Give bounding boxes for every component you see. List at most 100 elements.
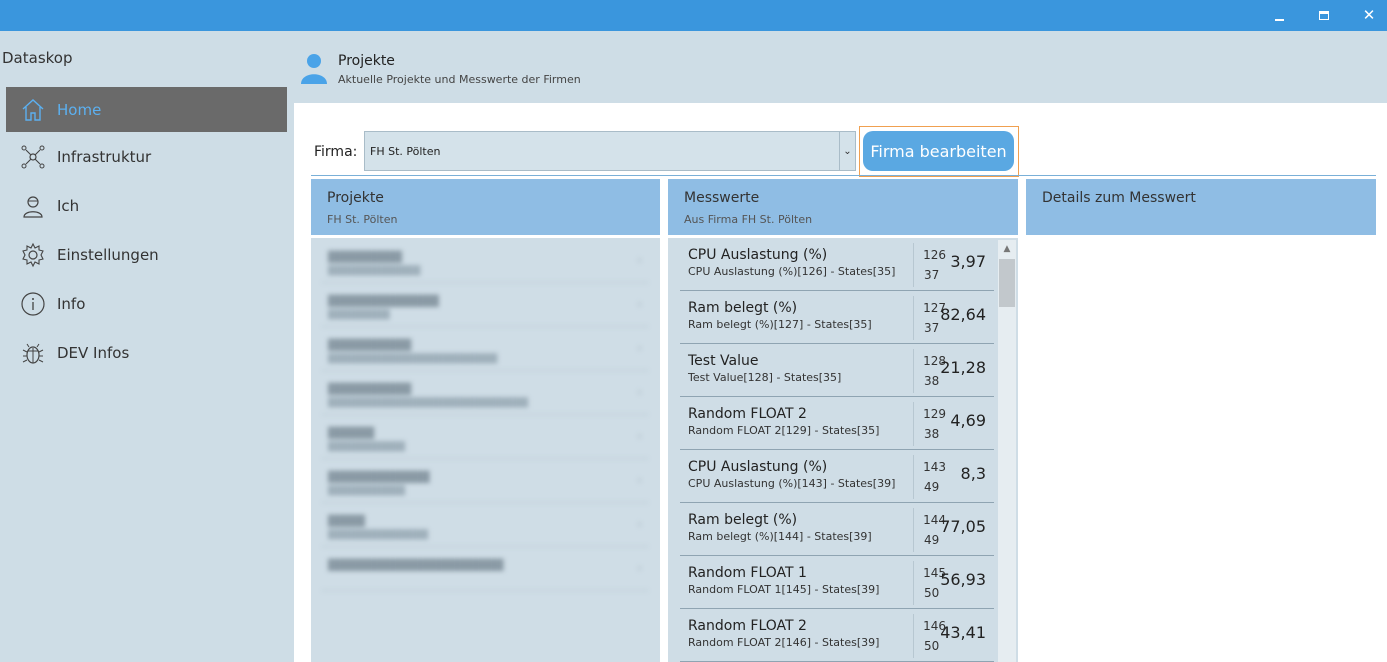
details-title: Details zum Messwert bbox=[1042, 190, 1196, 206]
divider bbox=[913, 561, 914, 605]
messwert-name: Random FLOAT 1 bbox=[688, 565, 807, 581]
messwert-name: Test Value bbox=[688, 353, 759, 369]
messwert-value: 56,93 bbox=[940, 570, 986, 589]
sidebar-item-label: Infrastruktur bbox=[57, 147, 152, 166]
messwert-state: 38 bbox=[924, 374, 940, 388]
messwert-description: Random FLOAT 2[146] - States[39] bbox=[688, 636, 880, 649]
scroll-thumb[interactable] bbox=[999, 259, 1015, 307]
divider bbox=[913, 455, 914, 499]
minimize-icon bbox=[1274, 18, 1284, 21]
projekte-subtitle: FH St. Pölten bbox=[327, 213, 398, 226]
messwert-row[interactable]: Ram belegt (%) Ram belegt (%)[127] - Sta… bbox=[680, 291, 994, 344]
messwerte-subtitle: Aus Firma FH St. Pölten bbox=[684, 213, 813, 226]
divider bbox=[913, 402, 914, 446]
divider bbox=[913, 508, 914, 552]
info-icon bbox=[19, 290, 47, 318]
firma-select[interactable]: FH St. Pölten ⌄ bbox=[364, 131, 856, 171]
messwert-name: CPU Auslastung (%) bbox=[688, 247, 828, 263]
messwert-description: Random FLOAT 1[145] - States[39] bbox=[688, 583, 880, 596]
minimize-button[interactable] bbox=[1256, 0, 1302, 31]
firma-bearbeiten-button[interactable]: Firma bearbeiten bbox=[863, 131, 1014, 171]
user-icon bbox=[300, 53, 328, 85]
messwerte-scrollbar[interactable]: ▲ bbox=[998, 240, 1016, 662]
messwert-description: Ram belegt (%)[144] - States[39] bbox=[688, 530, 872, 543]
messwert-value: 3,97 bbox=[950, 252, 986, 271]
sidebar-item-einstellungen[interactable]: Einstellungen bbox=[6, 232, 287, 277]
app-title: Dataskop bbox=[2, 49, 73, 67]
messwert-name: Random FLOAT 2 bbox=[688, 406, 807, 422]
messwert-value: 77,05 bbox=[940, 517, 986, 536]
divider bbox=[913, 243, 914, 287]
bug-icon bbox=[19, 339, 47, 367]
list-item: ▇▇▇▇▇▇▇▇▇ ▇▇▇▇▇▇▇▇▇▇▇▇▇▇▇▇▇▇▇▇▇▇▇▇▇▇ › bbox=[322, 373, 648, 415]
sidebar-item-label: Einstellungen bbox=[57, 245, 159, 264]
close-button[interactable]: ✕ bbox=[1346, 0, 1387, 31]
divider bbox=[913, 614, 914, 658]
messwert-row[interactable]: CPU Auslastung (%) CPU Auslastung (%)[14… bbox=[680, 450, 994, 503]
messwert-state: 49 bbox=[924, 533, 940, 547]
sidebar-item-infrastruktur[interactable]: Infrastruktur bbox=[6, 134, 287, 179]
messwert-id: 126 bbox=[923, 248, 946, 262]
messwert-description: Ram belegt (%)[127] - States[35] bbox=[688, 318, 872, 331]
divider bbox=[311, 175, 1376, 176]
messwert-state: 38 bbox=[924, 427, 940, 441]
messwert-id: 129 bbox=[923, 407, 946, 421]
messwert-name: CPU Auslastung (%) bbox=[688, 459, 828, 475]
messwert-value: 4,69 bbox=[950, 411, 986, 430]
messwert-name: Ram belegt (%) bbox=[688, 300, 798, 316]
messwert-state: 50 bbox=[924, 639, 940, 653]
chevron-down-icon: ⌄ bbox=[839, 132, 855, 170]
messwert-state: 50 bbox=[924, 586, 940, 600]
divider bbox=[913, 349, 914, 393]
sidebar-item-info[interactable]: Info bbox=[6, 281, 287, 326]
messwert-row[interactable]: Random FLOAT 2 Random FLOAT 2[146] - Sta… bbox=[680, 609, 994, 662]
messwerte-list: CPU Auslastung (%) CPU Auslastung (%)[12… bbox=[680, 238, 994, 662]
messwert-state: 37 bbox=[924, 268, 940, 282]
list-item: ▇▇▇▇▇▇▇▇▇▇▇▇▇▇▇▇▇▇▇▇› bbox=[322, 285, 648, 327]
messwert-row[interactable]: Random FLOAT 1 Random FLOAT 1[145] - Sta… bbox=[680, 556, 994, 609]
messwert-row[interactable]: Test Value Test Value[128] - States[35] … bbox=[680, 344, 994, 397]
messwert-state: 49 bbox=[924, 480, 940, 494]
scroll-up-icon[interactable]: ▲ bbox=[998, 240, 1016, 258]
messwert-state: 37 bbox=[924, 321, 940, 335]
list-item: ▇▇▇▇▇▇▇▇▇▇▇▇▇▇▇▇▇▇▇▇› bbox=[322, 241, 648, 283]
messwert-id: 143 bbox=[923, 460, 946, 474]
sidebar-item-label: Home bbox=[57, 100, 102, 119]
sidebar-item-dev-infos[interactable]: DEV Infos bbox=[6, 330, 287, 375]
firma-label: Firma: bbox=[314, 144, 358, 160]
details-panel-header: Details zum Messwert bbox=[1026, 179, 1376, 235]
home-icon bbox=[19, 96, 47, 124]
messwert-description: Test Value[128] - States[35] bbox=[688, 371, 842, 384]
list-item: ▇▇▇▇▇▇▇▇▇▇▇▇▇▇▇▇▇▇▇ › bbox=[322, 549, 648, 591]
messwert-description: Random FLOAT 2[129] - States[35] bbox=[688, 424, 880, 437]
user-outline-icon bbox=[19, 192, 47, 220]
page-header: Projekte Aktuelle Projekte und Messwerte… bbox=[294, 31, 1387, 103]
list-item: ▇▇▇▇ ▇▇▇▇▇▇▇▇▇▇▇▇▇ › bbox=[322, 505, 648, 547]
messwert-name: Ram belegt (%) bbox=[688, 512, 798, 528]
sidebar-item-label: Info bbox=[57, 294, 86, 313]
focus-highlight: Firma bearbeiten bbox=[859, 126, 1019, 177]
projekte-title: Projekte bbox=[327, 190, 384, 206]
maximize-button[interactable] bbox=[1301, 0, 1347, 31]
list-item: ▇▇▇▇▇ ▇▇▇▇▇▇▇▇▇▇ › bbox=[322, 417, 648, 459]
title-bar: ✕ bbox=[0, 0, 1387, 31]
messwert-value: 8,3 bbox=[960, 464, 986, 483]
network-icon bbox=[19, 143, 47, 171]
sidebar-item-ich[interactable]: Ich bbox=[6, 183, 287, 228]
messwerte-panel-header: Messwerte Aus Firma FH St. Pölten bbox=[668, 179, 1018, 235]
gear-icon bbox=[19, 241, 47, 269]
messwert-description: CPU Auslastung (%)[143] - States[39] bbox=[688, 477, 896, 490]
sidebar-item-label: Ich bbox=[57, 196, 80, 215]
sidebar-item-home[interactable]: Home bbox=[6, 87, 287, 132]
messwert-value: 43,41 bbox=[940, 623, 986, 642]
firma-selected-value: FH St. Pölten bbox=[370, 145, 441, 158]
sidebar-item-label: DEV Infos bbox=[57, 343, 130, 362]
project-list-blurred: ▇▇▇▇▇▇▇▇ ▇▇▇▇▇▇▇▇▇▇▇▇ › ▇▇▇▇▇▇▇▇▇▇▇▇ ▇▇▇▇▇▇… bbox=[314, 241, 656, 595]
sidebar: Dataskop Home Infrastruktur Ich Einstell… bbox=[0, 31, 294, 662]
close-icon: ✕ bbox=[1362, 6, 1376, 24]
messwert-row[interactable]: CPU Auslastung (%) CPU Auslastung (%)[12… bbox=[680, 238, 994, 291]
page-subtitle: Aktuelle Projekte und Messwerte der Firm… bbox=[338, 73, 581, 86]
messwert-row[interactable]: Random FLOAT 2 Random FLOAT 2[129] - Sta… bbox=[680, 397, 994, 450]
messwert-name: Random FLOAT 2 bbox=[688, 618, 807, 634]
messwert-row[interactable]: Ram belegt (%) Ram belegt (%)[144] - Sta… bbox=[680, 503, 994, 556]
